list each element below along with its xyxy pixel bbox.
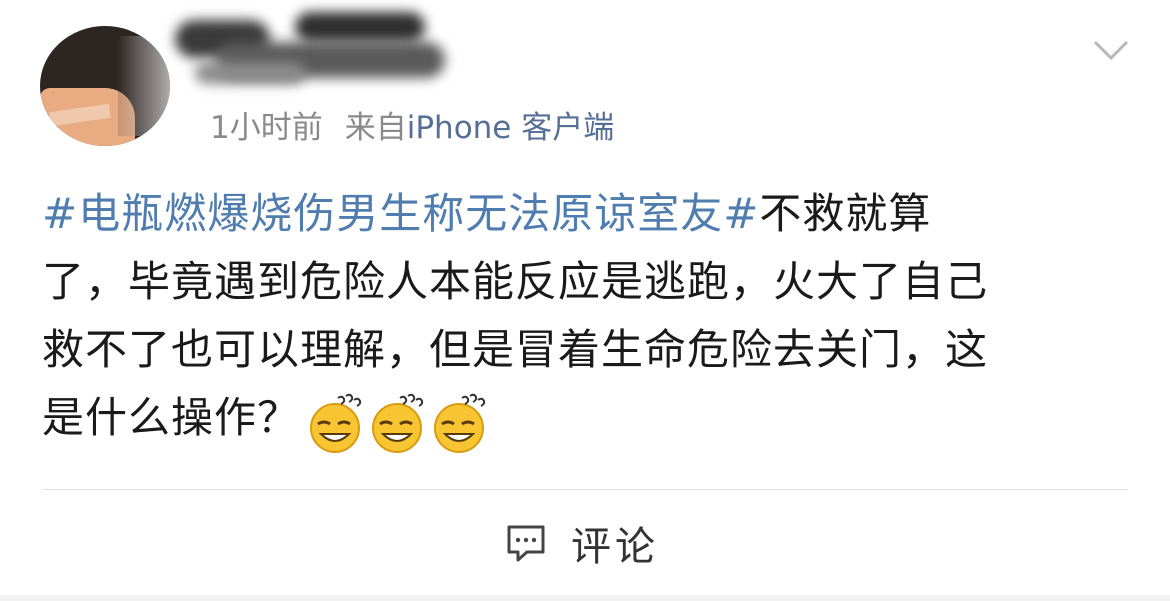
action-bar: 评论 <box>0 490 1170 595</box>
avatar[interactable] <box>40 26 170 146</box>
comment-button[interactable]: 评论 <box>505 518 659 570</box>
post-time: 1小时前 <box>210 110 323 146</box>
username-redacted[interactable] <box>175 12 445 97</box>
comment-label: 评论 <box>571 524 659 570</box>
source-prefix: 来自 <box>344 110 407 146</box>
content-text: 是什么操作？ <box>42 393 301 442</box>
chevron-down-icon[interactable] <box>1092 34 1130 66</box>
content-line-1: #电瓶燃爆烧伤男生称无法原谅室友#不救就算 <box>42 180 1132 248</box>
post-source[interactable]: iPhone 客户端 <box>407 110 615 146</box>
comment-bubble-icon <box>507 525 545 562</box>
weibo-post-card: 1小时前 来自iPhone 客户端 #电瓶燃爆烧伤男生称无法原谅室友#不救就算 了… <box>0 0 1170 601</box>
doge-emoji-icon <box>310 393 362 453</box>
content-line-3: 救不了也可以理解，但是冒着生命危险去关门，这 <box>42 325 989 374</box>
doge-emoji-icon <box>372 393 424 453</box>
content-line-2: 了，毕竟遇到危险人本能反应是逃跑，火大了自己 <box>42 257 989 306</box>
content-line-4: 是什么操作？ <box>42 384 1132 455</box>
topic-link[interactable]: #电瓶燃爆烧伤男生称无法原谅室友# <box>42 189 759 238</box>
post-content: #电瓶燃爆烧伤男生称无法原谅室友#不救就算 了，毕竟遇到危险人本能反应是逃跑，火… <box>42 180 1132 455</box>
doge-emoji-icon <box>434 393 486 453</box>
emoji-group <box>308 387 494 455</box>
bottom-separator <box>0 595 1170 601</box>
content-text: 不救就算 <box>759 189 932 238</box>
post-meta: 1小时前 来自iPhone 客户端 <box>210 108 614 148</box>
